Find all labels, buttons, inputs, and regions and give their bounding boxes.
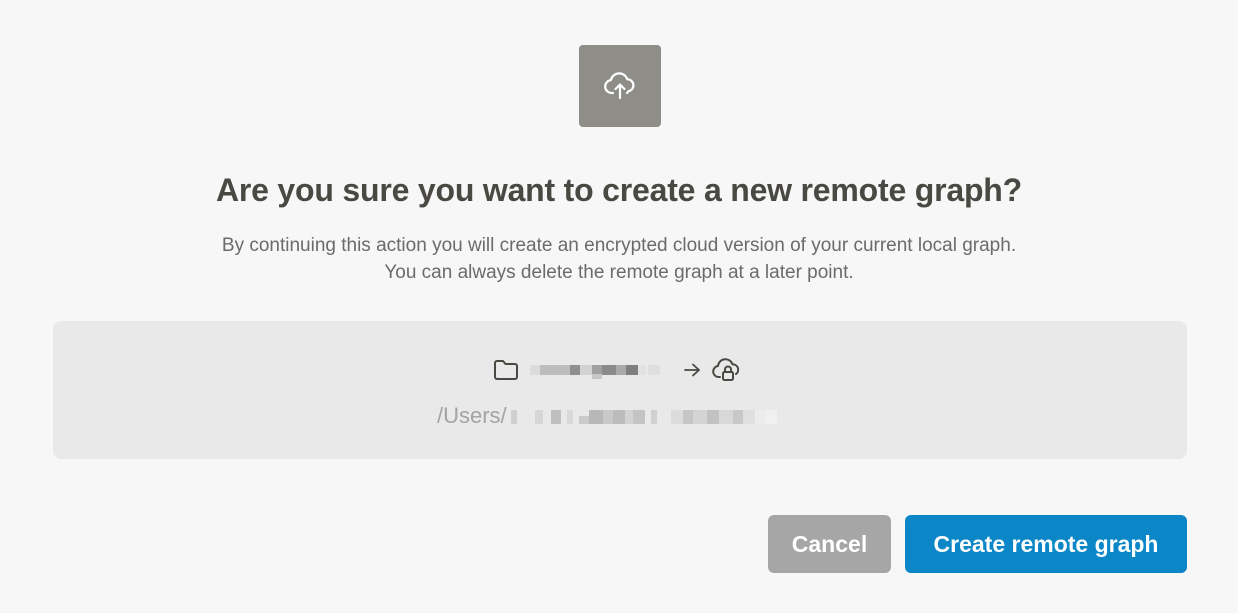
create-remote-graph-button[interactable]: Create remote graph: [905, 515, 1187, 573]
dialog-description: By continuing this action you will creat…: [0, 232, 1238, 286]
folder-icon: [492, 356, 520, 384]
graph-path: /Users/: [437, 401, 831, 431]
create-remote-graph-dialog: Are you sure you want to create a new re…: [0, 0, 1238, 613]
description-line-1: By continuing this action you will creat…: [221, 235, 1017, 256]
graph-name-redacted: [530, 362, 662, 379]
arrow-right-icon: [680, 358, 704, 382]
cloud-lock-icon: [708, 356, 746, 384]
description-line-2: You can always delete the remote graph a…: [384, 262, 854, 283]
cancel-button[interactable]: Cancel: [768, 515, 891, 573]
graph-info-panel: [53, 321, 1187, 459]
dialog-title: Are you sure you want to create a new re…: [215, 172, 1022, 208]
cloud-upload-icon: [579, 45, 661, 127]
path-redacted: [510, 406, 831, 426]
path-prefix: /Users/: [437, 403, 507, 428]
graph-transfer-row: [0, 355, 1238, 385]
